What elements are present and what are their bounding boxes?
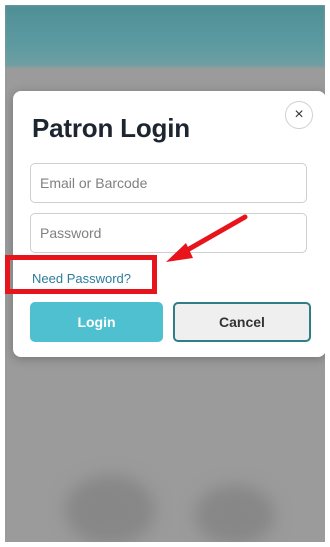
close-icon: × — [294, 106, 304, 123]
background-shape — [65, 475, 155, 542]
dialog-title: Patron Login — [32, 113, 190, 143]
annotation-highlight-box — [5, 255, 157, 294]
close-button[interactable]: × — [285, 101, 313, 129]
password-input[interactable] — [30, 213, 307, 253]
login-dialog: Patron Login × Need Password? Login Canc… — [13, 91, 325, 357]
app-header — [5, 5, 325, 67]
cancel-button[interactable]: Cancel — [173, 302, 311, 342]
background-shape — [195, 485, 275, 542]
email-or-barcode-input[interactable] — [30, 163, 307, 203]
login-button[interactable]: Login — [30, 302, 163, 342]
